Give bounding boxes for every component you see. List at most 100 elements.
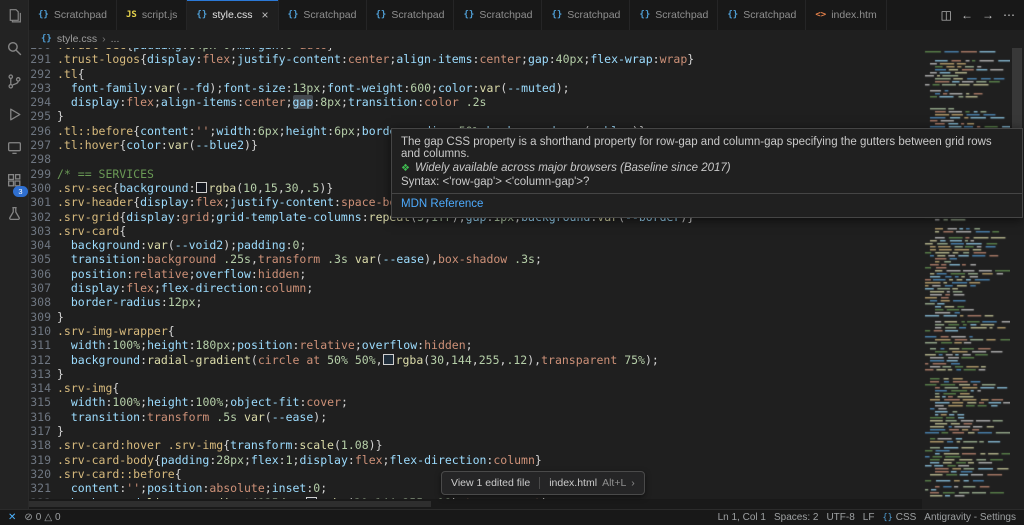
line-number: 294 (30, 95, 51, 110)
activity-search[interactable] (2, 39, 26, 63)
tab-index.htm[interactable]: <> index.htm (806, 0, 887, 30)
horizontal-scrollbar[interactable] (29, 499, 922, 509)
edited-files-toast: View 1 edited file index.html Alt+L › (441, 471, 645, 495)
split-editor-icon[interactable]: ◫ (941, 8, 952, 22)
activity-source-control[interactable] (2, 72, 26, 96)
line-number: 316 (30, 409, 51, 424)
code-line-292[interactable]: 292 .tl{ (29, 67, 920, 81)
code-line-319[interactable]: 319 .srv-card-body{padding:28px;flex:1;di… (29, 453, 920, 467)
css-file-icon: {} (287, 10, 299, 20)
line-number: 305 (30, 252, 51, 267)
color-swatch[interactable] (195, 181, 207, 193)
breadcrumb: {} style.css › ... (29, 30, 1024, 48)
tab-scratchpad[interactable]: {} Scratchpad (454, 0, 543, 30)
code-line-308[interactable]: 308 border-radius:12px; (29, 295, 920, 309)
status-right: Ln 1, Col 1 Spaces: 2 UTF-8 LF {} CSS Antigrav… (718, 512, 1016, 523)
line-number: 297 (30, 138, 51, 153)
baseline-text: Widely available across major browsers (… (414, 162, 731, 174)
tab-label: Scratchpad (655, 9, 709, 21)
tab-scratchpad[interactable]: {} Scratchpad (278, 0, 367, 30)
breadcrumb-file[interactable]: style.css (57, 33, 97, 45)
hover-syntax: Syntax: <'row-gap'> <'column-gap'>? (401, 176, 590, 188)
code-line-306[interactable]: 306 position:relative;overflow:hidden; (29, 267, 920, 281)
code-line-313[interactable]: 313} (29, 367, 920, 381)
status-spaces-2[interactable]: Spaces: 2 (774, 512, 818, 523)
code-line-307[interactable]: 307 display:flex;flex-direction:column; (29, 281, 920, 295)
hover-tooltip: The gap CSS property is a shorthand prop… (391, 128, 1023, 218)
code-line-295[interactable]: 295} (29, 109, 920, 123)
status-ln-1-col-1[interactable]: Ln 1, Col 1 (718, 512, 766, 523)
vscode-window: 3 {} Scratchpad JS script.js {} style.css × {} S… (0, 0, 1024, 525)
baseline-icon: ❖ (401, 162, 410, 174)
line-number: 295 (30, 109, 51, 124)
problems-indicator[interactable]: ⊘ 0 △ 0 (24, 512, 60, 523)
status-antigravity-settings[interactable]: Antigravity - Settings (924, 512, 1016, 523)
code-line-304[interactable]: 304 background:var(--void2);padding:0; (29, 238, 920, 252)
activity-remote-explorer[interactable] (2, 138, 26, 162)
line-number: 319 (30, 452, 51, 467)
errors-count: 0 (35, 512, 42, 523)
activity-testing[interactable] (2, 204, 26, 228)
tab-scratchpad[interactable]: {} Scratchpad (718, 0, 807, 30)
more-actions-icon[interactable]: ⋯ (1003, 8, 1015, 22)
tab-scratchpad[interactable]: {} Scratchpad (29, 0, 117, 30)
code-line-314[interactable]: 314 .srv-img{ (29, 381, 920, 395)
tab-scratchpad[interactable]: {} Scratchpad (542, 0, 631, 30)
source-control-icon (6, 73, 23, 95)
beaker-icon (6, 205, 23, 227)
nav-back-icon[interactable]: ← (961, 8, 973, 22)
tab-scratchpad[interactable]: {} Scratchpad (630, 0, 719, 30)
code-line-316[interactable]: 316 transition:transform .5s var(--ease)… (29, 410, 920, 424)
code-line-305[interactable]: 305 transition:background .25s,transform… (29, 252, 920, 266)
code-line-294[interactable]: 294 display:flex;align-items:center;gap:… (29, 95, 920, 110)
mdn-reference-link[interactable]: MDN Reference (401, 198, 1013, 210)
tab-bar: {} Scratchpad JS script.js {} style.css × {} Scr… (29, 0, 1024, 30)
breadcrumb-more[interactable]: ... (111, 33, 120, 45)
remote-indicator-icon[interactable]: ✕ (8, 512, 16, 523)
code-line-318[interactable]: 318 .srv-card:hover .srv-img{transform:sc… (29, 438, 920, 452)
activity-explorer[interactable] (2, 6, 26, 30)
line-number: 312 (30, 352, 51, 367)
open-edited-file-button[interactable]: index.html Alt+L › (539, 477, 644, 489)
status-lf[interactable]: LF (863, 512, 875, 523)
css-file-icon: {} (639, 10, 651, 20)
css-file-icon: {} (375, 10, 387, 20)
status-utf-8[interactable]: UTF-8 (826, 512, 854, 523)
vertical-scrollbar[interactable] (1010, 48, 1024, 509)
code-line-317[interactable]: 317} (29, 424, 920, 438)
line-number: 314 (30, 381, 51, 396)
code-line-315[interactable]: 315 width:100%;height:100%;object-fit:co… (29, 395, 920, 409)
code-line-293[interactable]: 293 font-family:var(--fd);font-size:13px… (29, 81, 920, 95)
view-edited-file-button[interactable]: View 1 edited file (442, 477, 539, 489)
code-line-303[interactable]: 303 .srv-card{ (29, 224, 920, 238)
code-line-312[interactable]: 312 background:radial-gradient(circle at… (29, 353, 920, 367)
tab-style.css[interactable]: {} style.css × (187, 0, 279, 30)
tab-close-button[interactable]: × (262, 9, 269, 21)
code-line-311[interactable]: 311 width:100%;height:180px;position:rel… (29, 338, 920, 352)
line-number: 300 (30, 180, 51, 195)
minimap[interactable] (922, 48, 1010, 500)
run-icon (6, 106, 23, 128)
tab-scratchpad[interactable]: {} Scratchpad (366, 0, 455, 30)
code-area[interactable]: 290.trust-sec{padding:64px 0;margin:0 au… (29, 48, 920, 509)
code-line-310[interactable]: 310 .srv-img-wrapper{ (29, 324, 920, 338)
css-file-icon: {} (551, 10, 563, 20)
toast-shortcut: Alt+L (602, 477, 627, 489)
color-swatch[interactable] (382, 353, 394, 365)
toast-filename: index.html (549, 477, 598, 489)
code-line-291[interactable]: 291 .trust-logos{display:flex;justify-con… (29, 52, 920, 66)
nav-forward-icon[interactable]: → (982, 8, 994, 22)
status-css[interactable]: {} CSS (882, 512, 916, 523)
code-line-309[interactable]: 309} (29, 310, 920, 324)
tab-label: script.js (141, 9, 178, 21)
activity-extensions[interactable]: 3 (2, 171, 28, 197)
tabs-strip: {} Scratchpad JS script.js {} style.css × {} Scr… (29, 0, 932, 30)
line-number: 318 (30, 438, 51, 453)
tab-label: style.css (212, 9, 253, 21)
code-editor[interactable]: 290.trust-sec{padding:64px 0;margin:0 au… (29, 48, 1024, 509)
tab-script.js[interactable]: JS script.js (116, 0, 188, 30)
hover-separator (392, 193, 1022, 194)
main-row: 3 {} Scratchpad JS script.js {} style.css × {} S… (0, 0, 1024, 509)
hscrollbar-slider[interactable] (29, 501, 431, 507)
activity-run-debug[interactable] (2, 105, 26, 129)
